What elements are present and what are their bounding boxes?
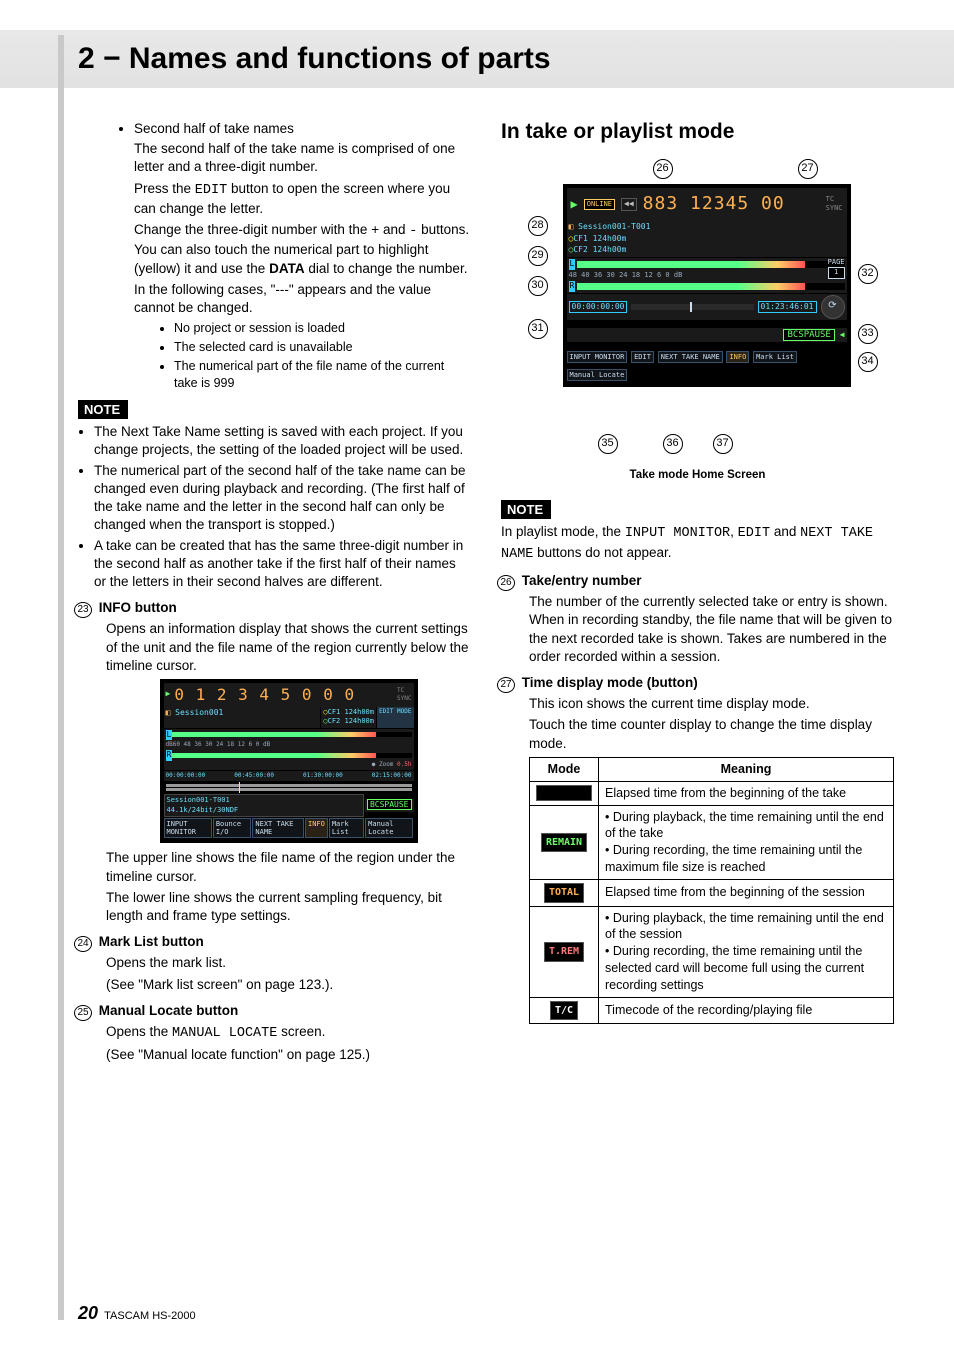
cases-list: No project or session is loaded The sele…: [134, 320, 471, 392]
model-name: TASCAM HS-2000: [104, 1310, 196, 1322]
right-note-badge: NOTE: [501, 500, 551, 520]
note-2: A take can be created that has the same …: [94, 537, 471, 592]
mode-chip-total: TOTAL: [544, 883, 584, 903]
i27-head: 27 Time display mode (button): [501, 674, 894, 692]
callout-35: 35: [598, 434, 618, 454]
mode-chip-tc: T/C: [550, 1001, 578, 1021]
num-26: 26: [497, 575, 515, 591]
p4: In the following cases, "---" appears an…: [134, 281, 471, 317]
i26-head: 26 Take/entry number: [501, 572, 894, 590]
left-rule: [58, 35, 64, 1320]
ml-p1: Opens the MANUAL LOCATE screen.: [106, 1023, 471, 1043]
mode-table: ModeMeaning Elapsed time from the beginn…: [529, 757, 894, 1025]
note-0: The Next Take Name setting is saved with…: [94, 423, 471, 459]
callout-36: 36: [663, 434, 683, 454]
note-badge: NOTE: [78, 400, 128, 420]
i27-p1: This icon shows the current time display…: [529, 695, 894, 713]
bullet1-title: Second half of take names: [134, 121, 294, 136]
num-23: 23: [74, 602, 92, 618]
num-27: 27: [497, 677, 515, 693]
ml-head: 25 Manual Locate button: [78, 1002, 471, 1020]
case-2: The numerical part of the file name of t…: [174, 358, 471, 392]
note-1: The numerical part of the second half of…: [94, 462, 471, 535]
content-columns: Second half of take names The second hal…: [78, 118, 894, 1067]
th-meaning: Meaning: [599, 757, 894, 781]
table-row: REMAIN • During playback, the time remain…: [530, 805, 894, 880]
mode-chip-remain: REMAIN: [541, 833, 587, 853]
p1: The second half of the take name is comp…: [134, 140, 471, 176]
page-number: 20: [78, 1303, 98, 1323]
callout-34: 34: [858, 352, 878, 372]
info-p1: Opens an information display that shows …: [106, 620, 471, 675]
page: 2 − Names and functions of parts Second …: [0, 0, 954, 1350]
edit-label: EDIT: [195, 183, 227, 198]
data-dial: DATA: [269, 261, 305, 276]
mode-chip-trem: T.REM: [544, 942, 584, 962]
ml-p2: (See "Manual locate function" on page 12…: [106, 1046, 471, 1064]
meaning-remain: • During playback, the time remaining un…: [599, 805, 894, 880]
chapter-title: 2 − Names and functions of parts: [78, 39, 551, 80]
num-25: 25: [74, 1005, 92, 1021]
callout-32: 32: [858, 264, 878, 284]
chapter-header: 2 − Names and functions of parts: [0, 30, 954, 88]
left-column: Second half of take names The second hal…: [78, 118, 471, 1067]
callout-27: 27: [798, 159, 818, 179]
note-list: The Next Take Name setting is saved with…: [94, 423, 471, 591]
callout-31: 31: [528, 319, 548, 339]
num-24: 24: [74, 936, 92, 952]
callout-28: 28: [528, 216, 548, 236]
th-mode: Mode: [530, 757, 599, 781]
mark-head: 24 Mark List button: [78, 933, 471, 951]
right-note: In playlist mode, the INPUT MONITOR, EDI…: [501, 523, 894, 563]
callout-37: 37: [713, 434, 733, 454]
i27-p2: Touch the time counter display to change…: [529, 716, 894, 752]
info-screenshot: ▶ 0 1 2 3 4 5 0 0 0 TCSYNC ◧ Session001 …: [160, 679, 418, 843]
mark-p1: Opens the mark list.: [106, 954, 471, 972]
table-row: T.REM • During playback, the time remaini…: [530, 906, 894, 997]
right-column: In take or playlist mode 26 27 28 29 30 …: [501, 118, 894, 1067]
p2: Press the EDIT button to open the screen…: [134, 180, 471, 218]
right-section-title: In take or playlist mode: [501, 118, 894, 146]
case-1: The selected card is unavailable: [174, 339, 471, 356]
callout-33: 33: [858, 324, 878, 344]
info-head: 23 INFO button: [78, 599, 471, 617]
info-p2: The upper line shows the file name of th…: [106, 849, 471, 885]
annotated-diagram: 26 27 28 29 30 31 32 33 34 35 36 37 ▶ ON…: [513, 154, 883, 464]
info-p3: The lower line shows the current samplin…: [106, 889, 471, 925]
bullet-list: Second half of take names: [134, 120, 471, 138]
table-row: TOTALElapsed time from the beginning of …: [530, 880, 894, 907]
mark-p2: (See "Mark list screen" on page 123.).: [106, 976, 471, 994]
table-row: T/CTimecode of the recording/playing fil…: [530, 997, 894, 1024]
table-row: Elapsed time from the beginning of the t…: [530, 781, 894, 805]
i26-p: The number of the currently selected tak…: [501, 593, 894, 666]
take-names-block: Second half of take names The second hal…: [78, 120, 471, 392]
page-footer: 20 TASCAM HS-2000: [78, 1301, 196, 1325]
bullet1: Second half of take names: [134, 120, 471, 138]
callout-30: 30: [528, 276, 548, 296]
case-0: No project or session is loaded: [174, 320, 471, 337]
p3: Change the three-digit number with the +…: [134, 221, 471, 278]
meaning-trem: • During playback, the time remaining un…: [599, 906, 894, 997]
callout-29: 29: [528, 246, 548, 266]
diagram-caption: Take mode Home Screen: [501, 468, 894, 484]
diagram-image: ▶ ONLINE ◀◀ 883 12345 00 TCSYNC ◧ Sessio…: [563, 184, 851, 386]
callout-26: 26: [653, 159, 673, 179]
mode-chip-blank: [536, 785, 592, 801]
